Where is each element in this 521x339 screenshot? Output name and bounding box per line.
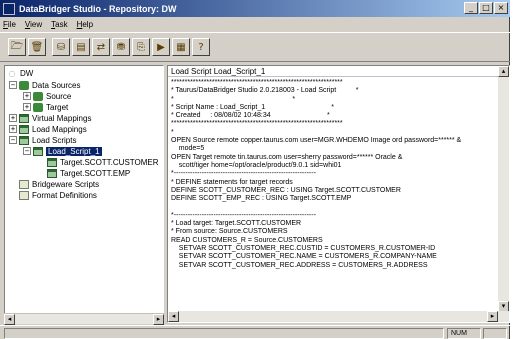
table-icon	[47, 168, 57, 178]
scroll-left-icon[interactable]: ◂	[168, 311, 179, 322]
tree-horizontal-scrollbar[interactable]: ◂ ▸	[4, 313, 164, 325]
table-icon	[47, 157, 57, 167]
script-line: *---------------------------------------…	[171, 170, 316, 178]
script-line: SETVAR SCOTT_CUSTOMER_REC.ADDRESS = CUST…	[171, 261, 428, 269]
expand-icon[interactable]: +	[9, 125, 17, 133]
tree-item-target[interactable]: + Target	[23, 102, 68, 112]
database-icon	[33, 102, 43, 112]
expand-icon[interactable]: +	[23, 103, 31, 111]
tree-item-virtual-mappings[interactable]: + Virtual Mappings	[9, 113, 91, 123]
script-line: ****************************************…	[171, 79, 343, 86]
table-icon	[19, 113, 29, 123]
tree-item-source[interactable]: + Source	[23, 91, 71, 101]
virtual-mapping-icon[interactable]: ▤	[72, 38, 90, 56]
close-button[interactable]: ×	[494, 2, 508, 14]
script-line: * *	[171, 95, 296, 103]
menu-file[interactable]: File	[3, 20, 16, 29]
script-horizontal-scrollbar[interactable]: ◂ ▸	[168, 311, 509, 322]
script-content[interactable]: ****************************************…	[171, 79, 499, 311]
delete-icon[interactable]: 🗑	[28, 38, 46, 56]
tree-item-target-scott-customer[interactable]: Target.SCOTT.CUSTOMER	[47, 157, 159, 167]
script-line: mode=5	[171, 145, 205, 153]
tree-item-load-mappings[interactable]: + Load Mappings	[9, 124, 87, 134]
collapse-icon[interactable]: −	[23, 147, 31, 155]
window-controls: _ □ ×	[464, 2, 508, 14]
menu-help[interactable]: Help	[77, 20, 93, 29]
background-edge	[510, 0, 521, 339]
scroll-right-icon[interactable]: ▸	[487, 311, 498, 322]
script-editor[interactable]: Load Script Load_Script_1 **************…	[167, 65, 510, 323]
tree-item-target-scott-emp[interactable]: Target.SCOTT.EMP	[47, 168, 130, 178]
script-line: * From source: Source.CUSTOMERS	[171, 228, 288, 236]
menu-view[interactable]: View	[25, 20, 42, 29]
script-line: OPEN Source remote copper.taurus.com use…	[171, 137, 462, 145]
script-line: OPEN Target remote tin.taurus.com user=s…	[171, 153, 403, 161]
tree-item-bridgeware-scripts[interactable]: Bridgeware Scripts	[19, 179, 99, 189]
open-folder-icon[interactable]: 🗁	[8, 38, 26, 56]
table-icon	[33, 146, 43, 156]
scroll-up-icon[interactable]: ▴	[498, 66, 509, 77]
load-mapping-icon[interactable]: ⇄	[92, 38, 110, 56]
script-line: *	[171, 128, 174, 136]
script-vertical-scrollbar[interactable]: ▴ ▾	[498, 66, 509, 312]
script-icon	[19, 190, 29, 200]
script-line: * DEFINE statements for target records	[171, 178, 293, 186]
format-icon[interactable]: ▦	[172, 38, 190, 56]
script-line: *---------------------------------------…	[171, 211, 316, 219]
script-line: scott/tiger home=/opt/oracle/product/9.0…	[171, 161, 342, 169]
script-title: Load Script Load_Script_1	[168, 66, 509, 77]
collapse-icon[interactable]: −	[9, 136, 17, 144]
script-icon	[19, 179, 29, 189]
script-line: READ CUSTOMERS_R = Source.CUSTOMERS	[171, 236, 323, 244]
data-source-icon[interactable]: ⛁	[52, 38, 70, 56]
collapse-icon[interactable]: −	[9, 81, 17, 89]
window-title: DataBridger Studio - Repository: DW	[19, 3, 177, 14]
status-message	[4, 328, 444, 339]
expand-icon[interactable]: +	[23, 92, 31, 100]
main-window: DataBridger Studio - Repository: DW _ □ …	[0, 0, 510, 339]
tree-item-load-script-1[interactable]: − Load_Script_1	[23, 146, 102, 156]
tree-root-label: DW	[20, 68, 34, 78]
app-icon	[3, 2, 15, 15]
script-line: DEFINE SCOTT_CUSTOMER_REC : USING Target…	[171, 186, 401, 194]
script-line: * Created : 08/08/02 10:48:34 *	[171, 112, 330, 120]
script-line: SETVAR SCOTT_CUSTOMER_REC.NAME = CUSTOME…	[171, 253, 437, 261]
expand-icon[interactable]: +	[9, 114, 17, 122]
database-icon	[33, 91, 43, 101]
table-icon	[19, 124, 29, 134]
tree-item-load-scripts[interactable]: − Load Scripts	[9, 135, 76, 145]
status-extra	[483, 328, 507, 339]
scroll-left-icon[interactable]: ◂	[4, 314, 15, 325]
tree-item-data-sources[interactable]: − Data Sources	[9, 80, 80, 90]
table-icon	[19, 135, 29, 145]
menu-bar: File View Task Help	[0, 18, 510, 31]
minimize-button[interactable]: _	[464, 2, 478, 14]
toolbar: 🗁 🗑 ⛁ ▤ ⇄ ⛃ ⎘ ▶ ▦ ?	[0, 32, 510, 62]
script-line: SETVAR SCOTT_CUSTOMER_REC.CUSTID = CUSTO…	[171, 244, 436, 252]
database-icon	[19, 80, 29, 90]
num-lock-indicator: NUM	[447, 328, 481, 339]
script-line: * Script Name : Load_Script_1 *	[171, 103, 335, 111]
repository-icon: ◌	[8, 68, 16, 78]
tree-item-format-definitions[interactable]: Format Definitions	[19, 190, 97, 200]
scroll-right-icon[interactable]: ▸	[153, 314, 164, 325]
repository-tree[interactable]: ◌ DW − Data Sources + Source + Target + …	[4, 65, 164, 323]
script-line	[171, 203, 499, 211]
script-line: * Load target: Target.SCOTT.CUSTOMER	[171, 220, 302, 228]
load-data-icon[interactable]: ⛃	[112, 38, 130, 56]
status-bar: NUM	[0, 325, 510, 339]
title-bar[interactable]: DataBridger Studio - Repository: DW _ □ …	[0, 0, 510, 17]
menu-task[interactable]: Task	[51, 20, 67, 29]
script-line: * Taurus/DataBridger Studio 2.0.218003 -…	[171, 87, 359, 95]
script-icon[interactable]: ⎘	[132, 38, 150, 56]
script-line: ****************************************…	[171, 120, 343, 128]
run-icon[interactable]: ▶	[152, 38, 170, 56]
help-icon[interactable]: ?	[192, 38, 210, 56]
maximize-button[interactable]: □	[479, 2, 493, 14]
script-line: DEFINE SCOTT_EMP_REC : USING Target.SCOT…	[171, 195, 352, 203]
tree-root[interactable]: ◌ DW	[7, 68, 34, 78]
